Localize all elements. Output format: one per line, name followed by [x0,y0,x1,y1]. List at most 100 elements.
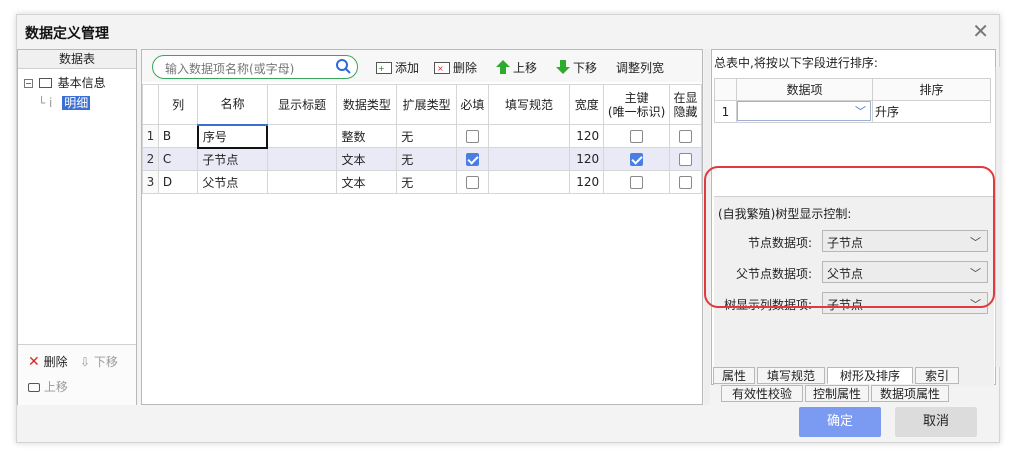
cell-required[interactable] [456,124,489,148]
tree-header: 数据表 [18,50,136,69]
parent-item-select[interactable]: 父节点 ﹀ [822,261,988,283]
pk-checkbox[interactable] [630,176,644,189]
row-number: 2 [142,147,159,171]
header-ext-type[interactable]: 扩展类型 [396,84,457,125]
header-fill-rule[interactable]: 填写规范 [487,84,571,125]
cell-title[interactable] [266,170,338,194]
cell-width[interactable]: 120 [569,147,605,171]
required-checkbox[interactable] [465,176,479,189]
node-item-select[interactable]: 子节点 ﹀ [822,230,988,252]
tab-validation[interactable]: 有效性校验 [721,385,803,402]
collapse-icon[interactable]: − [24,79,33,88]
header-show-hide[interactable]: 在显 隐藏 [669,84,702,125]
tab-fill-rule[interactable]: 填写规范 [757,367,825,384]
sort-item-select[interactable]: ﹀ [737,101,871,121]
search-icon[interactable] [335,58,351,77]
cell-ext[interactable]: 无 [396,170,457,194]
parent-item-label: 父节点数据项: [736,267,813,281]
cell-width[interactable]: 120 [569,124,605,148]
cell-title[interactable] [266,147,338,171]
sort-table: 数据项 排序 1 ﹀ 升序 [714,78,991,123]
cell-required[interactable] [456,147,489,171]
close-icon[interactable]: ✕ [972,19,989,43]
header-required[interactable]: 必填 [456,84,489,125]
sort-header-item: 数据项 [736,78,873,101]
search-input[interactable]: 输入数据项名称(或字母) [152,55,358,79]
add-button[interactable]: + 添加 [376,59,419,77]
cell-rule[interactable] [487,147,571,171]
cell-ext[interactable]: 无 [396,124,457,148]
required-checkbox[interactable] [465,153,479,166]
display-column-select[interactable]: 子节点 ﹀ [822,292,988,314]
cell-ext[interactable]: 无 [396,147,457,171]
move-down-button[interactable]: 下移 [556,59,597,77]
tab-item-properties[interactable]: 数据项属性 [871,385,949,402]
cell-col[interactable]: D [157,170,199,194]
tree-move-down-button[interactable]: ⇩ 下移 [80,353,118,370]
cell-title[interactable] [266,124,338,148]
table-row[interactable]: 3 D 父节点 文本 无 120 [142,170,702,194]
cell-pk[interactable] [603,124,671,148]
cell-name[interactable]: 序号 [196,123,269,149]
table-tree-panel: 数据表 − 基本信息 └ i 明细 ✕ 删除 ⇩ 下移 上移 [17,49,137,405]
chevron-down-icon: ﹀ [970,236,981,249]
pk-checkbox[interactable] [630,153,644,166]
cell-type[interactable]: 整数 [336,124,398,148]
sort-order-cell[interactable]: 升序 [872,100,991,123]
tree-actions: ✕ 删除 ⇩ 下移 上移 [18,344,136,405]
tab-index[interactable]: 索引 [915,367,959,384]
tab-control-properties[interactable]: 控制属性 [805,385,869,402]
arrow-up-icon [496,60,510,77]
chevron-down-icon: ﹀ [970,267,981,280]
tab-tree-sort[interactable]: 树形及排序 [827,367,913,384]
table-header-row: 列 名称 显示标题 数据类型 扩展类型 必填 填写规范 宽度 主键 (唯一标识) … [142,84,702,126]
header-display-title[interactable]: 显示标题 [266,84,338,125]
sort-row-number: 1 [714,100,737,123]
table-row[interactable]: 2 C 子节点 文本 无 120 [142,147,702,171]
hide-checkbox[interactable] [679,130,693,143]
tree-node-label: 明细 [62,96,91,110]
hide-checkbox[interactable] [679,153,693,166]
right-scrollbar[interactable] [995,67,1000,367]
header-primary-key[interactable]: 主键 (唯一标识) [603,84,671,125]
cell-required[interactable] [456,170,489,194]
tree-node-detail[interactable]: └ i 明细 [38,94,91,111]
cell-rule[interactable] [487,170,571,194]
sort-item-cell[interactable]: ﹀ [736,100,873,123]
cell-type[interactable]: 文本 [336,170,398,194]
hide-checkbox[interactable] [679,176,693,189]
cell-hide[interactable] [669,170,702,194]
pk-checkbox[interactable] [630,130,644,143]
adjust-width-button[interactable]: 调整列宽 [616,59,664,76]
chevron-down-icon[interactable]: ﹀ [855,103,866,119]
cell-rule[interactable] [487,124,571,148]
cell-hide[interactable] [669,124,702,148]
move-up-button[interactable]: 上移 [496,59,537,77]
cell-hide[interactable] [669,147,702,171]
cell-col[interactable]: B [157,124,199,148]
splitter[interactable] [704,49,710,405]
delete-button[interactable]: × 删除 [434,59,477,77]
header-name[interactable]: 名称 [197,84,268,126]
grid-toolbar: 输入数据项名称(或字母) + 添加 × 删除 上移 下移 调整列宽 [142,50,702,82]
property-tabs: 属性 填写规范 树形及排序 索引 有效性校验 控制属性 数据项属性 [711,367,1001,405]
sort-row[interactable]: 1 ﹀ 升序 [714,100,991,123]
ok-button[interactable]: 确定 [799,407,881,437]
cell-name[interactable]: 父节点 [197,170,268,194]
required-checkbox[interactable] [465,130,479,143]
cancel-button[interactable]: 取消 [895,407,977,437]
header-data-type[interactable]: 数据类型 [336,84,398,125]
cell-type[interactable]: 文本 [336,147,398,171]
cell-col[interactable]: C [157,147,199,171]
header-col[interactable]: 列 [157,84,199,125]
cell-name[interactable]: 子节点 [197,147,268,171]
tab-properties[interactable]: 属性 [713,367,755,384]
cell-pk[interactable] [603,170,671,194]
header-width[interactable]: 宽度 [569,84,605,125]
cell-width[interactable]: 120 [569,170,605,194]
table-row[interactable]: 1 B 序号 整数 无 120 [142,123,702,149]
tree-delete-button[interactable]: ✕ 删除 [28,353,68,370]
tree-move-up-button[interactable]: 上移 [28,378,68,395]
tree-node-basic-info[interactable]: − 基本信息 [24,74,106,91]
cell-pk[interactable] [603,147,671,171]
